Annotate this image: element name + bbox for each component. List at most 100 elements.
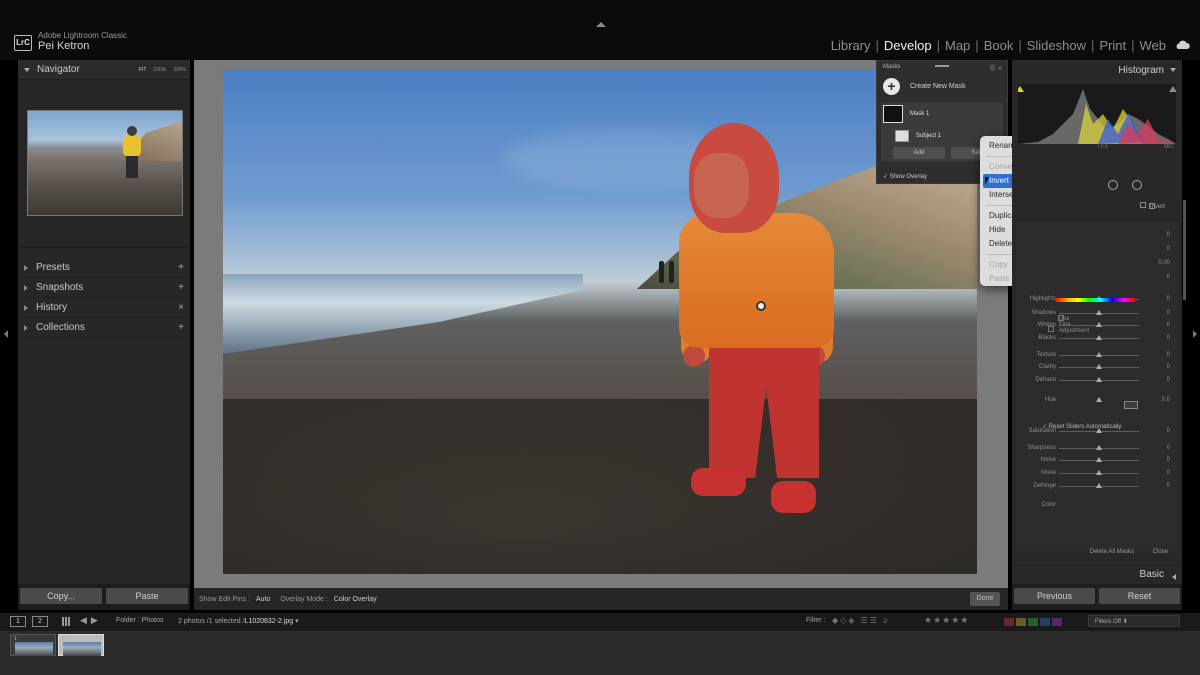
- module-web[interactable]: Web: [1140, 38, 1167, 53]
- mouse-cursor-icon: [985, 177, 989, 185]
- flag-filter-icons[interactable]: ◆◇◈ ☰☰ ≥: [832, 616, 890, 625]
- add-preset-icon[interactable]: +: [178, 262, 184, 273]
- zoom-100[interactable]: 100%: [153, 67, 166, 73]
- presets-header[interactable]: Presets +: [18, 258, 190, 278]
- slider-top-1[interactable]: 0: [1016, 245, 1178, 255]
- close-masks-button[interactable]: Close: [1153, 549, 1168, 555]
- mask-item[interactable]: Mask 1: [881, 103, 1003, 125]
- slider-shadows[interactable]: Shadows 0: [1016, 309, 1178, 319]
- slider-noise[interactable]: Noise 0: [1016, 456, 1178, 466]
- cloud-icon[interactable]: [1174, 40, 1190, 50]
- basic-header[interactable]: Basic: [1012, 565, 1182, 583]
- slider-defringe[interactable]: Defringe 0: [1016, 482, 1178, 492]
- slider-top-3[interactable]: 0: [1016, 273, 1178, 283]
- slider-top-2[interactable]: 0.00: [1016, 259, 1178, 269]
- prev-next-arrows-icon[interactable]: ◀▶: [80, 615, 102, 626]
- filmstrip: 1 2: [0, 631, 1200, 675]
- clear-history-icon[interactable]: ×: [178, 302, 184, 313]
- show-overlay-checkbox[interactable]: ✓ Show Overlay: [883, 173, 927, 180]
- module-book[interactable]: Book: [984, 38, 1014, 53]
- color-filter-purple[interactable]: [1052, 618, 1062, 626]
- slider-blacks[interactable]: Blacks 0: [1016, 334, 1178, 344]
- color-filter-blue[interactable]: [1040, 618, 1050, 626]
- film-thumbnail[interactable]: 1: [10, 634, 56, 656]
- add-snapshot-icon[interactable]: +: [178, 282, 184, 293]
- module-slideshow[interactable]: Slideshow: [1027, 38, 1086, 53]
- snapshots-header[interactable]: Snapshots +: [18, 278, 190, 298]
- mask-pin-icon[interactable]: [756, 301, 766, 311]
- slider-clarity[interactable]: Clarity 0: [1016, 363, 1178, 373]
- module-map[interactable]: Map: [945, 38, 970, 53]
- create-new-mask-button[interactable]: + Create New Mask: [877, 73, 1007, 99]
- invert-checkbox[interactable]: Invert: [1140, 202, 1166, 210]
- collapse-left-panel-icon[interactable]: [4, 330, 8, 338]
- copy-settings-button[interactable]: Copy...: [20, 588, 102, 604]
- slider-hue[interactable]: Hue 0.0: [1016, 396, 1178, 406]
- previous-button[interactable]: Previous: [1014, 588, 1095, 604]
- history-header[interactable]: History ×: [18, 298, 190, 318]
- photo-preview[interactable]: [223, 69, 977, 574]
- slider-label: Blacks: [1038, 335, 1056, 341]
- source-folder[interactable]: Folder : Photos: [116, 617, 163, 624]
- module-print[interactable]: Print: [1099, 38, 1126, 53]
- navigator-thumbnail[interactable]: [27, 110, 183, 216]
- color-filter-green[interactable]: [1028, 618, 1038, 626]
- module-develop[interactable]: Develop: [884, 38, 932, 53]
- lrc-logo-icon: LrC: [14, 35, 32, 51]
- collapse-right-panel-icon[interactable]: [1193, 330, 1197, 338]
- hue-gradient-track[interactable]: [1055, 298, 1135, 302]
- paste-label: Paste: [989, 274, 1010, 283]
- selected-filename[interactable]: L1020832-2.jpg: [245, 618, 294, 625]
- slider-whites[interactable]: Whites 0: [1016, 321, 1178, 331]
- histogram-graph[interactable]: [1018, 84, 1176, 144]
- show-edit-pins-select[interactable]: Auto: [256, 596, 270, 603]
- invert-label: Invert: [989, 176, 1010, 185]
- collapse-top-panel-icon[interactable]: [596, 22, 606, 27]
- module-library[interactable]: Library: [831, 38, 871, 53]
- histogram-header[interactable]: Histogram: [1012, 60, 1182, 80]
- delete-all-masks-button[interactable]: Delete All Masks: [1090, 549, 1134, 555]
- gear-icon[interactable]: [1132, 180, 1142, 190]
- color-label-filters: [1004, 618, 1062, 626]
- collapsed-triangle-icon: [24, 264, 28, 271]
- invert-checkbox-label: Invert: [1149, 203, 1166, 210]
- film-thumbnail-selected[interactable]: 2: [58, 634, 104, 656]
- fine-adjustment-checkbox[interactable]: Use Fine Adjustment: [1048, 315, 1089, 334]
- grid-view-icon[interactable]: [62, 617, 71, 626]
- zoom-fit[interactable]: FIT: [139, 67, 147, 73]
- navigator-header[interactable]: Navigator FIT 100% 300%: [18, 60, 190, 80]
- add-to-mask-button[interactable]: Add: [893, 147, 945, 159]
- slider-value: 0: [1166, 445, 1170, 451]
- masks-panel-header[interactable]: Masks ⓪ »: [877, 61, 1007, 73]
- overlay-mode-select[interactable]: Color Overlay: [334, 596, 377, 603]
- slider-texture[interactable]: Texture 0: [1016, 351, 1178, 361]
- primary-display-button[interactable]: 1: [10, 616, 26, 627]
- mask-name: Mask 1: [910, 111, 930, 117]
- slider-top-0[interactable]: 0: [1016, 231, 1178, 241]
- drag-handle-icon[interactable]: [935, 65, 949, 67]
- add-collection-icon[interactable]: +: [178, 322, 184, 333]
- slider-value: 0: [1166, 364, 1170, 370]
- done-button[interactable]: Done: [970, 592, 1000, 606]
- filter-preset-select[interactable]: Filters Off ⬍: [1088, 615, 1180, 627]
- reset-sliders-checkbox[interactable]: ✓ Reset Sliders Automatically: [1042, 423, 1121, 430]
- zoom-300[interactable]: 300%: [173, 67, 186, 73]
- eye-icon[interactable]: [1108, 180, 1118, 190]
- slider-value: 0.00: [1158, 260, 1170, 266]
- right-panel-scrollbar[interactable]: [1183, 200, 1186, 300]
- color-swatch[interactable]: [1124, 401, 1138, 409]
- star-filter-icons[interactable]: ★★★★★: [924, 615, 969, 626]
- collapsed-triangle-icon: [24, 324, 28, 331]
- slider-moire[interactable]: Moire 0: [1016, 469, 1178, 479]
- slider-sharpness[interactable]: Sharpness 0: [1016, 444, 1178, 454]
- help-collapse-icons[interactable]: ⓪ »: [989, 63, 1002, 73]
- slider-dehaze[interactable]: Dehaze 0: [1016, 376, 1178, 386]
- slider-label: Clarity: [1038, 364, 1056, 370]
- secondary-display-button[interactable]: 2: [32, 616, 48, 627]
- color-filter-red[interactable]: [1004, 618, 1014, 626]
- color-row[interactable]: Color: [1016, 501, 1178, 511]
- paste-settings-button[interactable]: Paste: [106, 588, 188, 604]
- color-filter-yellow[interactable]: [1016, 618, 1026, 626]
- reset-button[interactable]: Reset: [1099, 588, 1180, 604]
- collections-header[interactable]: Collections +: [18, 318, 190, 338]
